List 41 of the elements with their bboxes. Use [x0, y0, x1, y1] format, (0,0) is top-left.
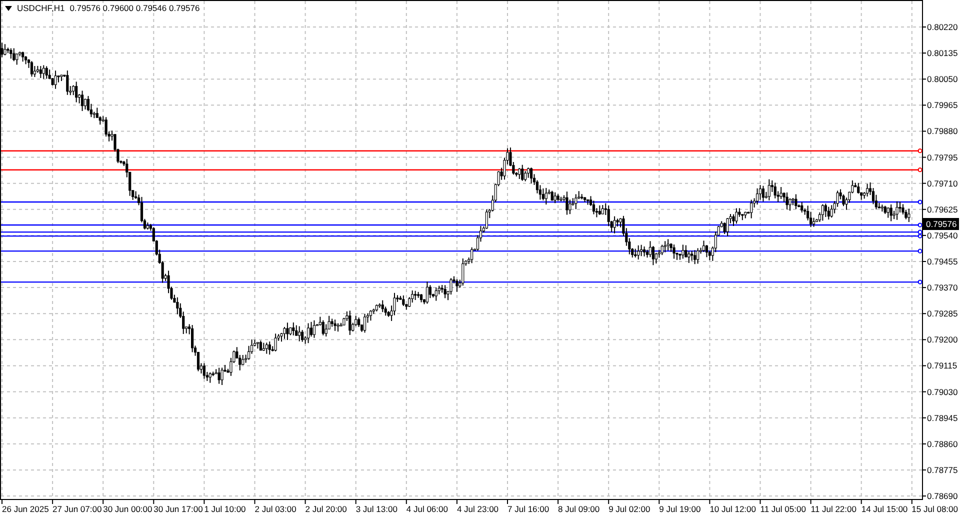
axis-label: 14 Jul 15:00 — [861, 504, 908, 514]
axis-label: 0.78860 — [927, 438, 958, 449]
axis-label: 0.78945 — [927, 412, 958, 423]
axis-label: 9 Jul 02:00 — [608, 504, 650, 514]
axis-label: 0.79370 — [927, 282, 958, 293]
axis-label: 3 Jul 13:00 — [356, 504, 398, 514]
axis-label: 4 Jul 06:00 — [406, 504, 448, 514]
axis-label: 27 Jun 07:00 — [52, 504, 102, 514]
axis-label: 0.79285 — [927, 308, 958, 319]
axis-label: 2 Jul 20:00 — [305, 504, 347, 514]
axis-label: 15 Jul 08:00 — [912, 504, 958, 514]
axis-label: 30 Jun 17:00 — [154, 504, 203, 514]
axis-label: 30 Jun 00:00 — [103, 504, 152, 514]
symbol-label: USDCHF,H1 — [17, 3, 65, 13]
axis-label: 0.79625 — [927, 204, 958, 214]
axis-label: 0.78775 — [927, 464, 958, 475]
axis-label: 4 Jul 23:00 — [456, 504, 499, 514]
axis-label: 0.80050 — [927, 74, 958, 84]
axis-label: 0.79030 — [927, 386, 958, 397]
axis-label: 0.78690 — [927, 491, 958, 501]
axis-label: 2 Jul 03:00 — [254, 504, 296, 514]
axis-label: 26 Jun 2025 — [2, 504, 49, 514]
axis-label: 10 Jul 12:00 — [710, 504, 756, 514]
axis-label: 11 Jul 05:00 — [760, 504, 806, 514]
axis-label: 0.79200 — [927, 334, 958, 345]
price-label: 0.79576 — [923, 218, 959, 230]
axis-label: 1 Jul 10:00 — [204, 504, 246, 514]
axis-label: 0.79115 — [927, 360, 958, 371]
axis-label: 0.80220 — [927, 22, 958, 32]
quote-text: 0.79576 0.79600 0.79546 0.79576 — [70, 3, 200, 13]
axis-label: 8 Jul 09:00 — [558, 504, 600, 514]
axis-label: 0.79965 — [927, 100, 958, 110]
axis-label: 0.79540 — [927, 230, 958, 240]
axis-label: 0.79455 — [927, 256, 958, 266]
axis-label: 0.80135 — [927, 48, 958, 58]
axis-label: 0.79880 — [927, 126, 958, 136]
axis-label: 9 Jul 19:00 — [659, 504, 701, 514]
axis-label: 0.79710 — [927, 178, 958, 188]
axis-label: 7 Jul 16:00 — [508, 504, 550, 514]
axis-label: 0.79795 — [927, 152, 958, 162]
axis-label: 11 Jul 22:00 — [810, 504, 856, 514]
